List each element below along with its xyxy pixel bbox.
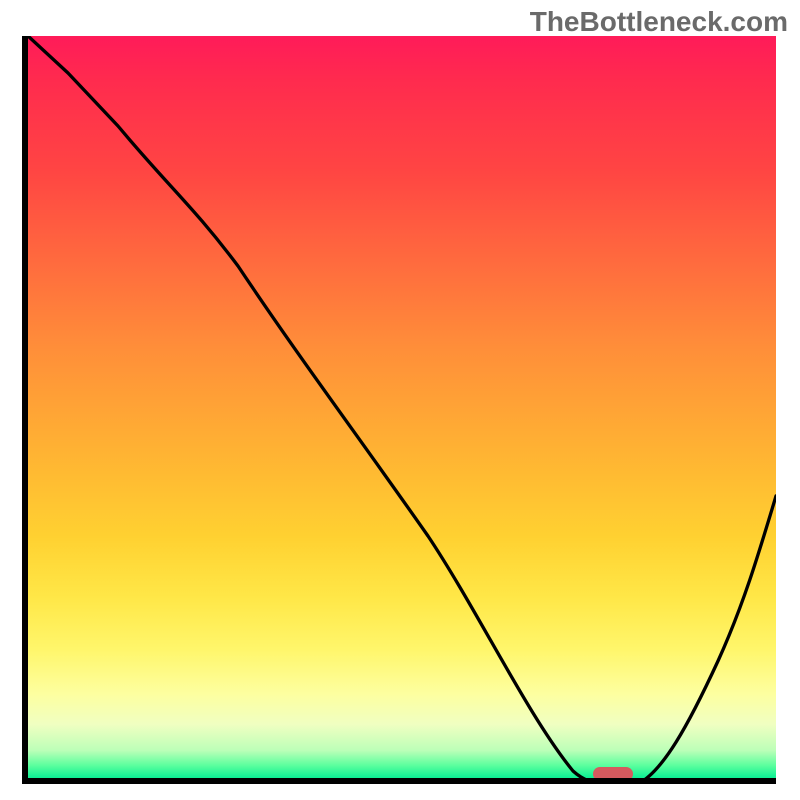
x-axis xyxy=(22,778,776,784)
bottleneck-curve xyxy=(28,36,776,784)
plot-area xyxy=(28,36,776,784)
y-axis xyxy=(22,36,28,784)
chart-container: TheBottleneck.com xyxy=(0,0,800,800)
watermark-text: TheBottleneck.com xyxy=(530,6,788,38)
curve-svg xyxy=(28,36,776,784)
